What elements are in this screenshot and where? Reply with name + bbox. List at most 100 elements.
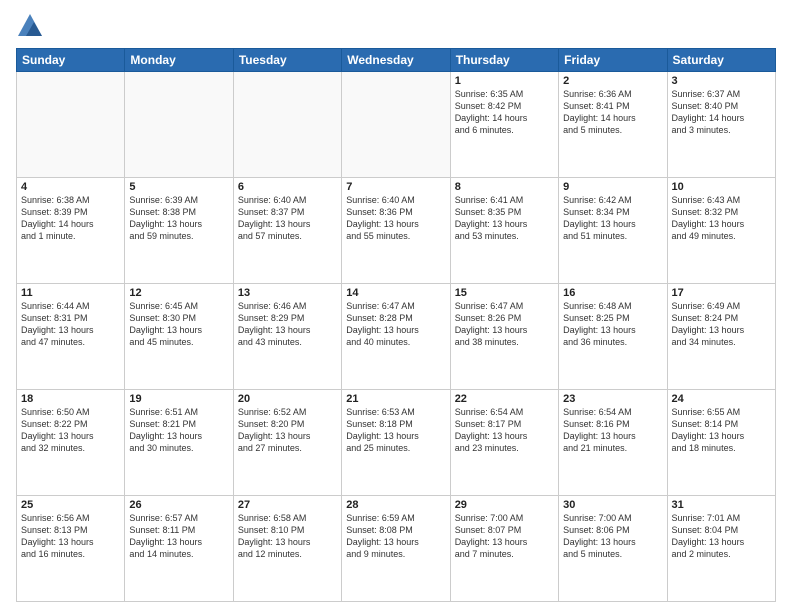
day-header-monday: Monday <box>125 49 233 72</box>
logo <box>16 12 48 40</box>
day-info: Sunrise: 6:42 AM Sunset: 8:34 PM Dayligh… <box>563 194 662 243</box>
day-number: 5 <box>129 181 228 193</box>
day-cell: 14Sunrise: 6:47 AM Sunset: 8:28 PM Dayli… <box>342 284 450 390</box>
day-cell: 11Sunrise: 6:44 AM Sunset: 8:31 PM Dayli… <box>17 284 125 390</box>
day-number: 29 <box>455 499 554 511</box>
day-number: 6 <box>238 181 337 193</box>
day-number: 26 <box>129 499 228 511</box>
day-number: 4 <box>21 181 120 193</box>
day-number: 1 <box>455 75 554 87</box>
page: SundayMondayTuesdayWednesdayThursdayFrid… <box>0 0 792 612</box>
day-cell: 1Sunrise: 6:35 AM Sunset: 8:42 PM Daylig… <box>450 72 558 178</box>
header <box>16 12 776 40</box>
day-cell: 25Sunrise: 6:56 AM Sunset: 8:13 PM Dayli… <box>17 496 125 602</box>
day-cell: 18Sunrise: 6:50 AM Sunset: 8:22 PM Dayli… <box>17 390 125 496</box>
day-cell: 29Sunrise: 7:00 AM Sunset: 8:07 PM Dayli… <box>450 496 558 602</box>
day-number: 7 <box>346 181 445 193</box>
day-cell: 7Sunrise: 6:40 AM Sunset: 8:36 PM Daylig… <box>342 178 450 284</box>
day-cell: 19Sunrise: 6:51 AM Sunset: 8:21 PM Dayli… <box>125 390 233 496</box>
day-cell: 31Sunrise: 7:01 AM Sunset: 8:04 PM Dayli… <box>667 496 775 602</box>
day-cell: 6Sunrise: 6:40 AM Sunset: 8:37 PM Daylig… <box>233 178 341 284</box>
day-number: 3 <box>672 75 771 87</box>
logo-icon <box>16 12 44 40</box>
day-cell: 15Sunrise: 6:47 AM Sunset: 8:26 PM Dayli… <box>450 284 558 390</box>
day-cell: 13Sunrise: 6:46 AM Sunset: 8:29 PM Dayli… <box>233 284 341 390</box>
day-info: Sunrise: 6:39 AM Sunset: 8:38 PM Dayligh… <box>129 194 228 243</box>
day-cell: 5Sunrise: 6:39 AM Sunset: 8:38 PM Daylig… <box>125 178 233 284</box>
calendar-week-2: 4Sunrise: 6:38 AM Sunset: 8:39 PM Daylig… <box>17 178 776 284</box>
day-cell: 21Sunrise: 6:53 AM Sunset: 8:18 PM Dayli… <box>342 390 450 496</box>
day-number: 10 <box>672 181 771 193</box>
day-cell: 8Sunrise: 6:41 AM Sunset: 8:35 PM Daylig… <box>450 178 558 284</box>
day-info: Sunrise: 6:50 AM Sunset: 8:22 PM Dayligh… <box>21 406 120 455</box>
day-info: Sunrise: 6:48 AM Sunset: 8:25 PM Dayligh… <box>563 300 662 349</box>
day-info: Sunrise: 6:57 AM Sunset: 8:11 PM Dayligh… <box>129 512 228 561</box>
day-number: 28 <box>346 499 445 511</box>
day-info: Sunrise: 6:36 AM Sunset: 8:41 PM Dayligh… <box>563 88 662 137</box>
day-number: 2 <box>563 75 662 87</box>
day-header-tuesday: Tuesday <box>233 49 341 72</box>
day-header-saturday: Saturday <box>667 49 775 72</box>
day-cell: 4Sunrise: 6:38 AM Sunset: 8:39 PM Daylig… <box>17 178 125 284</box>
day-info: Sunrise: 6:37 AM Sunset: 8:40 PM Dayligh… <box>672 88 771 137</box>
day-header-sunday: Sunday <box>17 49 125 72</box>
day-cell <box>342 72 450 178</box>
day-number: 16 <box>563 287 662 299</box>
day-cell: 30Sunrise: 7:00 AM Sunset: 8:06 PM Dayli… <box>559 496 667 602</box>
day-header-wednesday: Wednesday <box>342 49 450 72</box>
day-cell: 26Sunrise: 6:57 AM Sunset: 8:11 PM Dayli… <box>125 496 233 602</box>
calendar-header: SundayMondayTuesdayWednesdayThursdayFrid… <box>17 49 776 72</box>
day-number: 25 <box>21 499 120 511</box>
day-info: Sunrise: 6:43 AM Sunset: 8:32 PM Dayligh… <box>672 194 771 243</box>
day-number: 24 <box>672 393 771 405</box>
day-info: Sunrise: 6:38 AM Sunset: 8:39 PM Dayligh… <box>21 194 120 243</box>
day-number: 14 <box>346 287 445 299</box>
day-cell: 23Sunrise: 6:54 AM Sunset: 8:16 PM Dayli… <box>559 390 667 496</box>
day-info: Sunrise: 7:01 AM Sunset: 8:04 PM Dayligh… <box>672 512 771 561</box>
day-info: Sunrise: 6:46 AM Sunset: 8:29 PM Dayligh… <box>238 300 337 349</box>
day-number: 15 <box>455 287 554 299</box>
day-info: Sunrise: 6:41 AM Sunset: 8:35 PM Dayligh… <box>455 194 554 243</box>
day-cell: 9Sunrise: 6:42 AM Sunset: 8:34 PM Daylig… <box>559 178 667 284</box>
day-info: Sunrise: 6:40 AM Sunset: 8:37 PM Dayligh… <box>238 194 337 243</box>
day-info: Sunrise: 7:00 AM Sunset: 8:06 PM Dayligh… <box>563 512 662 561</box>
day-number: 30 <box>563 499 662 511</box>
day-cell: 22Sunrise: 6:54 AM Sunset: 8:17 PM Dayli… <box>450 390 558 496</box>
day-number: 31 <box>672 499 771 511</box>
day-info: Sunrise: 6:44 AM Sunset: 8:31 PM Dayligh… <box>21 300 120 349</box>
calendar: SundayMondayTuesdayWednesdayThursdayFrid… <box>16 48 776 602</box>
day-number: 21 <box>346 393 445 405</box>
day-cell: 20Sunrise: 6:52 AM Sunset: 8:20 PM Dayli… <box>233 390 341 496</box>
day-info: Sunrise: 6:58 AM Sunset: 8:10 PM Dayligh… <box>238 512 337 561</box>
day-info: Sunrise: 6:51 AM Sunset: 8:21 PM Dayligh… <box>129 406 228 455</box>
calendar-week-4: 18Sunrise: 6:50 AM Sunset: 8:22 PM Dayli… <box>17 390 776 496</box>
day-info: Sunrise: 6:52 AM Sunset: 8:20 PM Dayligh… <box>238 406 337 455</box>
day-header-friday: Friday <box>559 49 667 72</box>
day-cell: 27Sunrise: 6:58 AM Sunset: 8:10 PM Dayli… <box>233 496 341 602</box>
day-info: Sunrise: 6:54 AM Sunset: 8:17 PM Dayligh… <box>455 406 554 455</box>
day-info: Sunrise: 6:47 AM Sunset: 8:26 PM Dayligh… <box>455 300 554 349</box>
day-cell: 3Sunrise: 6:37 AM Sunset: 8:40 PM Daylig… <box>667 72 775 178</box>
day-cell: 28Sunrise: 6:59 AM Sunset: 8:08 PM Dayli… <box>342 496 450 602</box>
day-number: 20 <box>238 393 337 405</box>
day-cell: 16Sunrise: 6:48 AM Sunset: 8:25 PM Dayli… <box>559 284 667 390</box>
day-number: 18 <box>21 393 120 405</box>
calendar-body: 1Sunrise: 6:35 AM Sunset: 8:42 PM Daylig… <box>17 72 776 602</box>
day-cell: 24Sunrise: 6:55 AM Sunset: 8:14 PM Dayli… <box>667 390 775 496</box>
day-cell: 17Sunrise: 6:49 AM Sunset: 8:24 PM Dayli… <box>667 284 775 390</box>
calendar-week-1: 1Sunrise: 6:35 AM Sunset: 8:42 PM Daylig… <box>17 72 776 178</box>
day-info: Sunrise: 6:59 AM Sunset: 8:08 PM Dayligh… <box>346 512 445 561</box>
day-info: Sunrise: 6:56 AM Sunset: 8:13 PM Dayligh… <box>21 512 120 561</box>
calendar-week-5: 25Sunrise: 6:56 AM Sunset: 8:13 PM Dayli… <box>17 496 776 602</box>
day-info: Sunrise: 6:40 AM Sunset: 8:36 PM Dayligh… <box>346 194 445 243</box>
day-info: Sunrise: 6:47 AM Sunset: 8:28 PM Dayligh… <box>346 300 445 349</box>
day-number: 12 <box>129 287 228 299</box>
day-info: Sunrise: 6:55 AM Sunset: 8:14 PM Dayligh… <box>672 406 771 455</box>
day-info: Sunrise: 6:45 AM Sunset: 8:30 PM Dayligh… <box>129 300 228 349</box>
calendar-week-3: 11Sunrise: 6:44 AM Sunset: 8:31 PM Dayli… <box>17 284 776 390</box>
day-cell: 12Sunrise: 6:45 AM Sunset: 8:30 PM Dayli… <box>125 284 233 390</box>
day-info: Sunrise: 7:00 AM Sunset: 8:07 PM Dayligh… <box>455 512 554 561</box>
day-number: 23 <box>563 393 662 405</box>
day-cell: 10Sunrise: 6:43 AM Sunset: 8:32 PM Dayli… <box>667 178 775 284</box>
day-number: 9 <box>563 181 662 193</box>
